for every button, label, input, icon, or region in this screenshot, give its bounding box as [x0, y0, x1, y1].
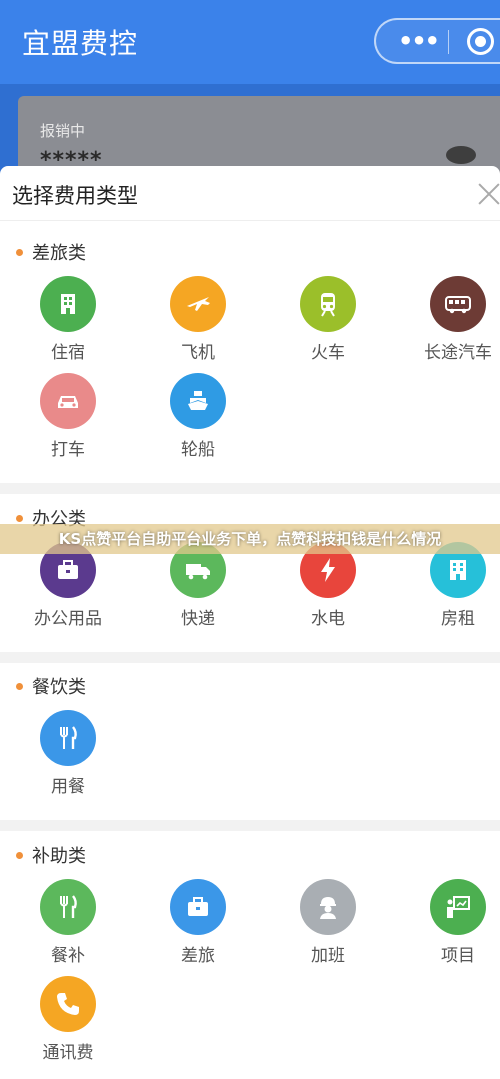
- overlay-banner: KS点赞平台自助平台业务下单，点赞科技扣钱是什么情况: [0, 524, 500, 554]
- item-label: 餐补: [51, 946, 85, 966]
- close-icon[interactable]: [474, 180, 500, 210]
- more-dots-icon[interactable]: •••: [398, 27, 440, 55]
- item-label: 水电: [311, 609, 345, 629]
- expense-item-project[interactable]: 项目: [398, 879, 500, 969]
- bullet-dot-icon: [16, 851, 23, 859]
- top-bar: 宜盟费控 •••: [0, 0, 500, 84]
- item-label: 用餐: [51, 777, 85, 797]
- item-label: 快递: [181, 609, 215, 629]
- expense-item-travel-allowance[interactable]: 差旅: [138, 879, 258, 969]
- worker-icon: [300, 879, 356, 935]
- section-header: 差旅类: [16, 240, 86, 264]
- expense-item-flight[interactable]: 飞机: [138, 276, 258, 366]
- item-label: 轮船: [181, 440, 215, 460]
- section-title: 餐饮类: [32, 677, 86, 698]
- bullet-dot-icon: [16, 514, 23, 522]
- train-icon: [300, 276, 356, 332]
- sheet-title: 选择费用类型: [12, 184, 138, 208]
- item-label: 加班: [311, 946, 345, 966]
- section-divider: [0, 820, 500, 831]
- item-label: 住宿: [51, 343, 85, 363]
- record-target-icon[interactable]: [467, 28, 494, 55]
- mini-program-capsule: •••: [374, 18, 500, 64]
- item-label: 房租: [441, 609, 475, 629]
- section-title: 差旅类: [32, 243, 86, 264]
- capsule-divider: [448, 30, 449, 54]
- item-label: 打车: [51, 440, 85, 460]
- item-label: 办公用品: [34, 609, 102, 629]
- expense-item-office-supplies[interactable]: 办公用品: [8, 542, 128, 632]
- bus-icon: [430, 276, 486, 332]
- presentation-icon: [430, 879, 486, 935]
- expense-item-coach[interactable]: 长途汽车: [398, 276, 500, 366]
- item-label: 飞机: [181, 343, 215, 363]
- section-header: 补助类: [16, 843, 86, 867]
- expense-item-courier[interactable]: 快递: [138, 542, 258, 632]
- fork-knife-icon: [40, 710, 96, 766]
- bullet-dot-icon: [16, 248, 23, 256]
- expense-item-phone-bill[interactable]: 通讯费: [8, 976, 128, 1066]
- item-label: 通讯费: [42, 1043, 94, 1063]
- fork-knife-icon: [40, 879, 96, 935]
- banner-text: KS点赞平台自助平台业务下单，点赞科技扣钱是什么情况: [58, 530, 442, 548]
- expense-item-ship[interactable]: 轮船: [138, 373, 258, 463]
- item-label: 长途汽车: [424, 343, 492, 363]
- expense-item-meal-allowance[interactable]: 餐补: [8, 879, 128, 969]
- expense-item-rent[interactable]: 房租: [398, 542, 500, 632]
- eye-icon[interactable]: [446, 146, 476, 164]
- app-title: 宜盟费控: [22, 27, 139, 60]
- briefcase-icon: [170, 879, 226, 935]
- expense-item-utilities[interactable]: 水电: [268, 542, 388, 632]
- section-title: 补助类: [32, 846, 86, 867]
- item-label: 差旅: [181, 946, 215, 966]
- item-label: 项目: [441, 946, 475, 966]
- section-divider: [0, 652, 500, 663]
- expense-item-lodging[interactable]: 住宿: [8, 276, 128, 366]
- expense-item-taxi[interactable]: 打车: [8, 373, 128, 463]
- taxi-icon: [40, 373, 96, 429]
- bullet-dot-icon: [16, 682, 23, 690]
- airplane-icon: [170, 276, 226, 332]
- section-divider: [0, 483, 500, 494]
- expense-item-meal[interactable]: 用餐: [8, 710, 128, 800]
- item-label: 火车: [311, 343, 345, 363]
- expense-item-overtime[interactable]: 加班: [268, 879, 388, 969]
- building-icon: [40, 276, 96, 332]
- expense-type-sheet: 选择费用类型 差旅类 住宿 飞机 火车 长途汽车 打车 轮船 办公类 办公用品 …: [0, 166, 500, 1079]
- ship-icon: [170, 373, 226, 429]
- expense-item-train[interactable]: 火车: [268, 276, 388, 366]
- section-header: 餐饮类: [16, 674, 86, 698]
- status-label: 报销中: [40, 122, 86, 140]
- header-divider: [0, 220, 500, 221]
- phone-icon: [40, 976, 96, 1032]
